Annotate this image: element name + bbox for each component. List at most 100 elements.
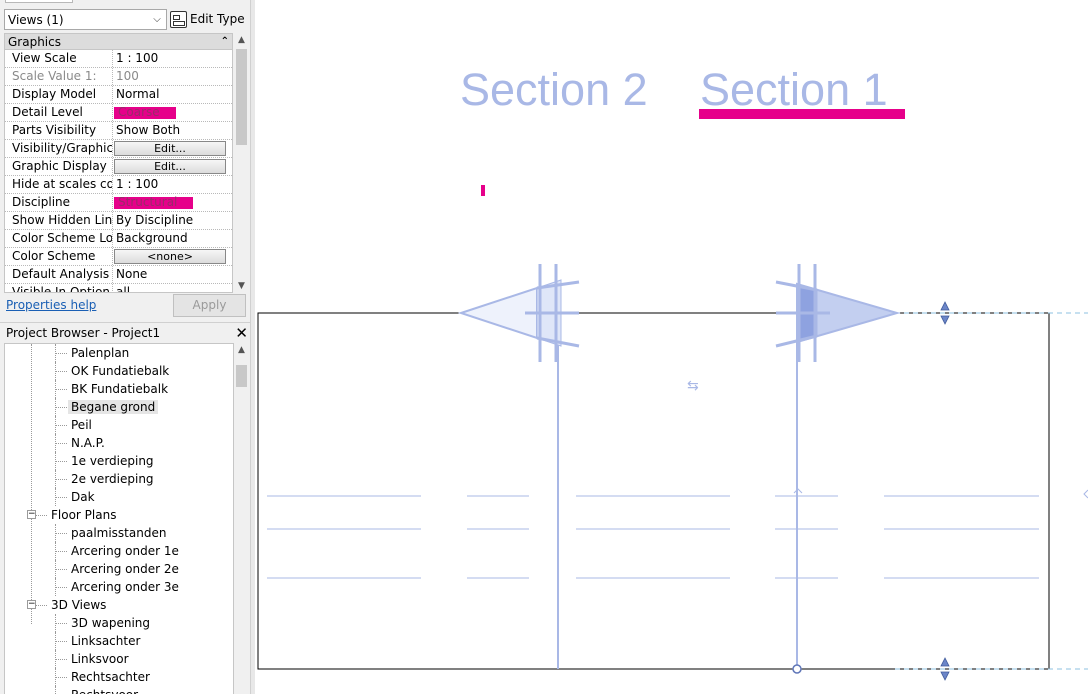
tree-connector <box>55 353 67 354</box>
project-browser-title: Project Browser - Project1 <box>6 326 161 340</box>
tree-category[interactable]: Floor Plans <box>51 506 116 524</box>
scroll-down-icon[interactable]: ▼ <box>234 279 249 293</box>
property-edit-button[interactable]: Edit... <box>114 141 226 156</box>
section-drawing[interactable]: ⇆ <box>255 0 1088 694</box>
tree-connector <box>55 569 67 570</box>
property-name: Discipline <box>5 194 113 211</box>
tree-guide-line <box>55 560 56 578</box>
property-row[interactable]: Hide at scales co...1 : 100 <box>5 176 232 194</box>
offscreen-grip-icon[interactable] <box>1083 489 1088 499</box>
property-row[interactable]: Color Scheme <none> <box>5 248 232 266</box>
property-value: 100 <box>116 69 139 83</box>
edit-type-button[interactable]: Edit Type <box>170 8 246 30</box>
property-value[interactable]: None <box>113 266 232 283</box>
tree-item[interactable]: Linksachter <box>71 632 140 650</box>
browser-scrollbar[interactable]: ▲ <box>234 343 249 694</box>
property-row[interactable]: Discipline Structural <box>5 194 232 212</box>
tree-item[interactable]: Palenplan <box>71 344 129 362</box>
tree-item[interactable]: Dak <box>71 488 95 506</box>
tree-item-label: Palenplan <box>71 346 130 360</box>
chevron-down-icon[interactable]: ⌵ <box>148 14 166 25</box>
close-icon[interactable]: ✕ <box>235 325 248 341</box>
tree-item[interactable]: Arcering onder 3e <box>71 578 179 596</box>
property-name: Visible In Option ... <box>5 284 113 292</box>
property-row[interactable]: Display Model Normal <box>5 86 232 104</box>
property-value[interactable]: Edit... <box>113 158 232 175</box>
property-value[interactable]: 1 : 100 <box>113 176 232 193</box>
property-name: Scale Value 1: <box>5 68 113 85</box>
property-value[interactable]: By Discipline <box>113 212 232 229</box>
tree-item[interactable]: 1e verdieping <box>71 452 154 470</box>
property-value[interactable]: <none> <box>113 248 232 265</box>
property-row[interactable]: Scale Value 1: 100 <box>5 68 232 86</box>
tree-item[interactable]: N.A.P. <box>71 434 105 452</box>
type-selector[interactable]: Views (1) ⌵ <box>4 9 167 30</box>
tree-connector <box>55 641 67 642</box>
scroll-up-icon[interactable]: ▲ <box>234 343 249 357</box>
tree-item[interactable]: Arcering onder 2e <box>71 560 179 578</box>
section-1-head[interactable] <box>775 264 901 674</box>
property-name: Graphic Display ... <box>5 158 113 175</box>
edit-type-label: Edit Type <box>190 12 245 26</box>
properties-scrollbar[interactable]: ▲ ▼ <box>234 33 249 293</box>
apply-button[interactable]: Apply <box>173 294 246 317</box>
tree-guide-line <box>55 650 56 668</box>
property-value[interactable]: Edit... <box>113 140 232 157</box>
property-value[interactable]: Normal <box>113 86 232 103</box>
property-row[interactable]: Color Scheme Lo...Background <box>5 230 232 248</box>
tree-item[interactable]: Rechtsvoor <box>71 686 138 694</box>
tree-item[interactable]: Peil <box>71 416 92 434</box>
property-edit-button[interactable]: Edit... <box>114 159 226 174</box>
property-row[interactable]: Detail Level Coarse <box>5 104 232 122</box>
graphics-group-header[interactable]: Graphics ⌃ <box>5 34 232 50</box>
tree-item-label: 3D wapening <box>71 616 151 630</box>
tree-item[interactable]: OK Fundatiebalk <box>71 362 169 380</box>
property-row[interactable]: Show Hidden Lin... By Discipline <box>5 212 232 230</box>
project-tree: Palenplan OK Fundatiebalk BK Fundatiebalk B… <box>4 343 234 694</box>
tree-guide-line <box>55 542 56 560</box>
property-name: Default Analysis ... <box>5 266 113 283</box>
tree-item[interactable]: Rechtsachter <box>71 668 150 686</box>
section-2-head[interactable] <box>457 264 580 669</box>
property-edit-button[interactable]: <none> <box>114 249 226 264</box>
property-value[interactable]: Coarse <box>113 104 232 121</box>
tree-item[interactable]: BK Fundatiebalk <box>71 380 168 398</box>
tree-item[interactable]: Begane grond <box>68 398 159 416</box>
property-row[interactable]: Parts Visibility Show Both <box>5 122 232 140</box>
property-row[interactable]: View Scale 1 : 100 <box>5 50 232 68</box>
highlighted-value: Structural <box>113 194 194 211</box>
property-value[interactable]: Background <box>113 230 232 247</box>
tree-item[interactable]: 3D wapening <box>71 614 150 632</box>
tree-connector <box>35 605 47 606</box>
tree-item[interactable]: 2e verdieping <box>71 470 154 488</box>
property-row[interactable]: Default Analysis ...None <box>5 266 232 284</box>
tree-category[interactable]: 3D Views <box>51 596 106 614</box>
scroll-thumb[interactable] <box>236 49 247 145</box>
drawing-canvas[interactable]: Section 2 Section 1 ⇆ <box>255 0 1088 694</box>
annotation-mark <box>481 185 485 196</box>
building-outline[interactable] <box>257 312 1050 670</box>
properties-grid: Graphics ⌃ View Scale 1 : 100 Scale Value … <box>4 33 233 293</box>
scroll-thumb[interactable] <box>236 365 247 387</box>
property-value[interactable]: 1 : 100 <box>113 50 232 67</box>
property-value[interactable]: all <box>113 284 232 292</box>
tree-item-label: Peil <box>71 418 92 432</box>
tree-item[interactable]: Linksvoor <box>71 650 129 668</box>
tree-collapse-icon[interactable]: − <box>27 510 36 519</box>
property-row[interactable]: Visibility/Graphic...Edit... <box>5 140 232 158</box>
tree-guide-line <box>55 470 56 488</box>
tree-item[interactable]: paalmisstanden <box>71 524 166 542</box>
flip-section-icon[interactable]: ⇆ <box>687 378 699 394</box>
property-row[interactable]: Visible In Option ...all <box>5 284 232 292</box>
properties-help-link[interactable]: Properties help <box>6 298 96 312</box>
section-extent-grips[interactable] <box>940 301 950 681</box>
property-value[interactable]: Structural <box>113 194 232 211</box>
property-value[interactable]: Show Both <box>113 122 232 139</box>
tree-item[interactable]: Arcering onder 1e <box>71 542 179 560</box>
property-name: Color Scheme Lo... <box>5 230 113 247</box>
tree-guide-line <box>31 344 32 624</box>
property-row[interactable]: Graphic Display ... Edit... <box>5 158 232 176</box>
tree-collapse-icon[interactable]: − <box>27 600 36 609</box>
collapse-icon[interactable]: ⌃ <box>221 36 229 47</box>
scroll-up-icon[interactable]: ▲ <box>234 33 249 47</box>
